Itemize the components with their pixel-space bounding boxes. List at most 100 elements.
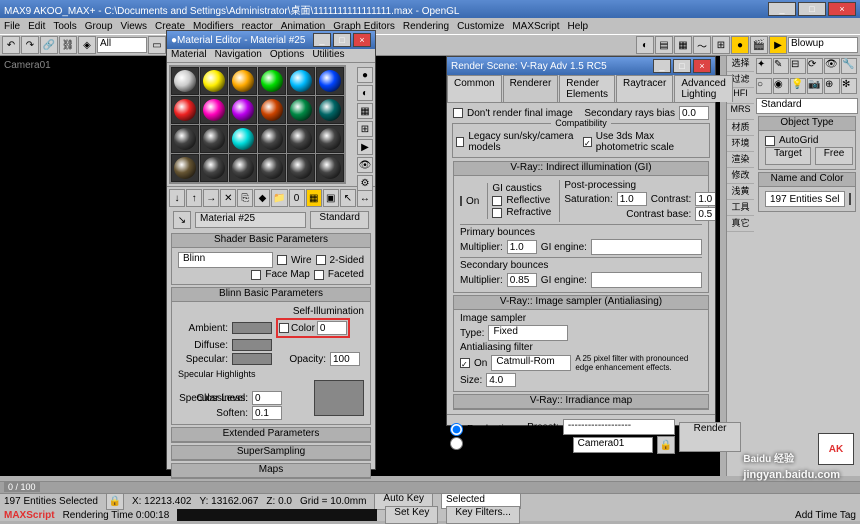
side-env[interactable]: 环境	[727, 136, 754, 152]
material-slot-12[interactable]	[171, 125, 199, 153]
material-slot-21[interactable]	[258, 154, 286, 182]
material-slot-8[interactable]	[229, 96, 257, 124]
free-button[interactable]: Free	[815, 147, 854, 165]
material-slot-5[interactable]	[316, 67, 344, 95]
redo-button[interactable]: ↷	[21, 36, 39, 54]
render-dialog-titlebar[interactable]: Render Scene: V-Ray Adv 1.5 RC5 _ □ ×	[447, 57, 715, 75]
primary-engine-dropdown[interactable]	[591, 239, 702, 255]
maxscript-listener[interactable]	[177, 509, 377, 521]
side-render[interactable]: 渲染	[727, 152, 754, 168]
primary-mult-spinner[interactable]	[507, 240, 537, 254]
material-slot-13[interactable]	[200, 125, 228, 153]
video-check-button[interactable]: ▶	[357, 139, 373, 155]
show-end-result-button[interactable]: ▣	[323, 189, 339, 207]
activeshade-radio[interactable]	[450, 437, 463, 450]
cmdtab-display[interactable]: 👁	[824, 58, 840, 74]
put-material-button[interactable]: ↑	[186, 189, 202, 207]
material-slot-9[interactable]	[258, 96, 286, 124]
material-slot-20[interactable]	[229, 154, 257, 182]
ambient-swatch[interactable]	[232, 322, 272, 334]
subtab-2[interactable]: ◉	[773, 78, 789, 94]
subtab-1[interactable]: ○	[756, 78, 772, 94]
contrastbase-spinner[interactable]	[695, 207, 715, 221]
irradiance-header[interactable]: V-Ray:: Irradiance map	[454, 395, 708, 409]
go-parent-button[interactable]: ↖	[340, 189, 356, 207]
gi-on-checkbox[interactable]	[460, 196, 462, 206]
color-checkbox[interactable]	[279, 323, 289, 333]
lock-icon[interactable]: 🔒	[657, 436, 675, 454]
blinn-params-header[interactable]: Blinn Basic Parameters	[172, 288, 370, 302]
material-slot-16[interactable]	[287, 125, 315, 153]
side-lightyellow[interactable]: 浅黄	[727, 184, 754, 200]
material-slot-19[interactable]	[200, 154, 228, 182]
render-dlg-close[interactable]: ×	[693, 59, 711, 73]
window-minimize[interactable]: _	[768, 2, 796, 16]
target-button[interactable]: Target	[765, 147, 811, 165]
production-radio[interactable]	[450, 423, 463, 436]
render-dlg-max[interactable]: □	[673, 59, 691, 73]
tab-advlighting[interactable]: Advanced Lighting	[674, 75, 732, 102]
cmdtab-hierarchy[interactable]: ⊟	[790, 58, 806, 74]
backlight-button[interactable]: ◐	[357, 85, 373, 101]
diffuse-swatch[interactable]	[232, 339, 272, 351]
secondarybias-spinner[interactable]	[679, 106, 709, 120]
menu-edit[interactable]: Edit	[28, 21, 45, 32]
material-name-dropdown[interactable]: Material #25	[195, 212, 306, 228]
subtab-4[interactable]: 📷	[807, 78, 823, 94]
material-slot-1[interactable]	[200, 67, 228, 95]
autogrid-checkbox[interactable]	[765, 136, 775, 146]
window-maximize[interactable]: □	[798, 2, 826, 16]
show-map-button[interactable]: ▦	[306, 189, 322, 207]
material-slot-22[interactable]	[287, 154, 315, 182]
aafilter-size-spinner[interactable]	[486, 373, 516, 387]
reflective-checkbox[interactable]	[492, 196, 502, 206]
material-slot-2[interactable]	[229, 67, 257, 95]
menu-file[interactable]: File	[4, 21, 20, 32]
sampler-type-dropdown[interactable]: Fixed	[488, 325, 568, 341]
cmdtab-modify[interactable]: ✎	[773, 58, 789, 74]
saturation-spinner[interactable]	[617, 192, 647, 206]
cmdtab-utilities[interactable]: 🔧	[841, 58, 857, 74]
shader-params-header[interactable]: Shader Basic Parameters	[172, 234, 370, 248]
material-type-button[interactable]: Standard	[310, 211, 369, 229]
preset-dropdown[interactable]: -------------------	[563, 419, 675, 435]
namecolor-header[interactable]: Name and Color	[759, 173, 855, 187]
dlg-maximize[interactable]: □	[333, 33, 351, 47]
pick-material-button[interactable]: ↘	[173, 211, 191, 229]
color-spinner[interactable]	[317, 321, 347, 335]
twosided-checkbox[interactable]	[316, 255, 326, 265]
subtab-6[interactable]: ✻	[841, 78, 857, 94]
objtype-header[interactable]: Object Type	[759, 117, 855, 131]
assign-material-button[interactable]: →	[203, 189, 219, 207]
layers-button[interactable]: ▦	[674, 36, 692, 54]
side-select[interactable]: 选择	[727, 56, 754, 72]
legacy-checkbox[interactable]	[456, 137, 464, 147]
mat-menu-options[interactable]: Options	[270, 49, 304, 62]
menu-views[interactable]: Views	[121, 21, 148, 32]
soften-spinner[interactable]	[252, 406, 282, 420]
material-editor-button[interactable]: ●	[731, 36, 749, 54]
mirror-button[interactable]: ◐	[636, 36, 654, 54]
wire-checkbox[interactable]	[277, 255, 287, 265]
material-slot-6[interactable]	[171, 96, 199, 124]
sample-type-button[interactable]: ●	[357, 67, 373, 83]
specular-swatch[interactable]	[232, 353, 272, 365]
undo-button[interactable]: ↶	[2, 36, 20, 54]
facemap-checkbox[interactable]	[251, 270, 261, 280]
maps-header[interactable]: Maps	[172, 464, 370, 478]
tab-renderelements[interactable]: Render Elements	[559, 75, 615, 102]
tab-renderer[interactable]: Renderer	[503, 75, 559, 102]
side-modify[interactable]: 修改	[727, 168, 754, 184]
glossiness-spinner[interactable]	[252, 391, 282, 405]
material-editor-titlebar[interactable]: ● Material Editor - Material #25 _ □ ×	[167, 31, 375, 49]
material-slot-3[interactable]	[258, 67, 286, 95]
mat-menu-utilities[interactable]: Utilities	[312, 49, 344, 62]
dlg-close[interactable]: ×	[353, 33, 371, 47]
material-slot-23[interactable]	[316, 154, 344, 182]
shader-type-dropdown[interactable]: Blinn	[178, 252, 273, 268]
select-button[interactable]: ▭	[148, 36, 166, 54]
side-mrs[interactable]: MRS	[727, 104, 754, 120]
aafilter-on-checkbox[interactable]	[460, 358, 470, 368]
secondary-engine-dropdown[interactable]	[591, 272, 702, 288]
render-scene-button[interactable]: 🎬	[750, 36, 768, 54]
